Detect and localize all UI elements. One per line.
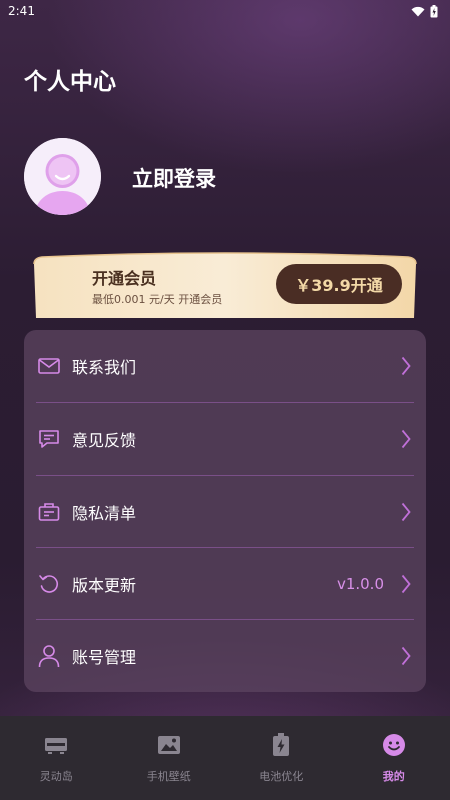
status-time: 2:41: [8, 4, 35, 18]
bottom-tab-bar: 灵动岛 手机壁纸 电池优化 我的: [0, 716, 450, 800]
tab-label: 手机壁纸: [146, 770, 191, 783]
battery-icon: [268, 732, 294, 758]
chevron-right-icon: [398, 500, 414, 524]
chevron-right-icon: [398, 427, 414, 451]
version-value: v1.0.0: [336, 575, 384, 593]
wifi-icon: [411, 6, 425, 16]
tab-battery[interactable]: 电池优化: [225, 716, 338, 800]
vip-card[interactable]: 开通会员 最低0.001 元/天 开通会员 ￥39.9开通: [32, 252, 418, 318]
login-link[interactable]: 立即登录: [132, 163, 216, 193]
smiley-icon: [381, 732, 407, 758]
menu-item-feedback[interactable]: 意见反馈: [36, 403, 414, 475]
privacy-list-icon: [36, 499, 62, 525]
mail-icon: [36, 353, 62, 379]
avatar[interactable]: [24, 138, 101, 215]
tab-wallpaper[interactable]: 手机壁纸: [113, 716, 226, 800]
status-icons: [411, 4, 438, 18]
wallpaper-icon: [156, 732, 182, 758]
island-icon: [43, 732, 69, 758]
menu-item-contact-us[interactable]: 联系我们: [36, 330, 414, 402]
menu-item-account-management[interactable]: 账号管理: [36, 620, 414, 692]
menu-item-privacy-list[interactable]: 隐私清单: [36, 476, 414, 548]
tab-island[interactable]: 灵动岛: [0, 716, 113, 800]
tab-mine[interactable]: 我的: [338, 716, 450, 800]
chevron-right-icon: [398, 644, 414, 668]
vip-subtitle: 最低0.001 元/天 开通会员: [92, 293, 223, 306]
menu-item-label: 账号管理: [72, 648, 137, 667]
vip-open-button[interactable]: ￥39.9开通: [276, 264, 402, 304]
battery-status-icon: [430, 4, 438, 17]
menu-item-label: 意见反馈: [72, 431, 137, 450]
status-bar: 2:41: [0, 0, 450, 22]
tab-label: 灵动岛: [39, 770, 73, 783]
menu-item-label: 隐私清单: [72, 504, 137, 523]
feedback-icon: [36, 426, 62, 452]
menu-item-version-update[interactable]: 版本更新 v1.0.0: [36, 548, 414, 620]
user-icon: [36, 643, 62, 669]
chevron-right-icon: [398, 354, 414, 378]
refresh-icon: [36, 571, 62, 597]
settings-menu: 联系我们 意见反馈 隐私清单 版本更新 v1.0.0 账号管理: [24, 330, 426, 692]
tab-label: 电池优化: [259, 770, 304, 783]
chevron-right-icon: [398, 572, 414, 596]
menu-item-label: 联系我们: [72, 358, 137, 377]
page-title: 个人中心: [24, 69, 116, 95]
vip-title: 开通会员: [92, 269, 157, 288]
tab-label: 我的: [382, 770, 405, 783]
menu-item-label: 版本更新: [72, 576, 137, 595]
avatar-person-icon: [24, 138, 101, 215]
